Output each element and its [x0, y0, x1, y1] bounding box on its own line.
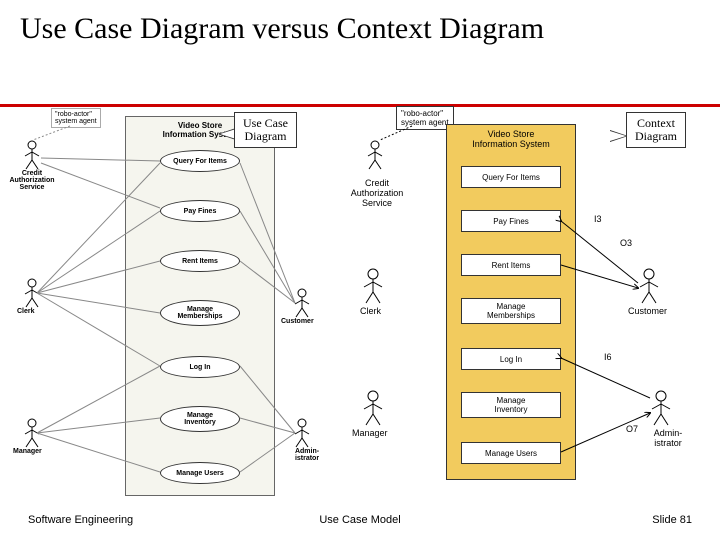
uc-payfines-right: Pay Fines — [461, 210, 561, 232]
uc-memberships-right: ManageMemberships — [461, 298, 561, 324]
actor-credit-right: CreditAuthorizationService — [342, 178, 412, 208]
stick-figure-icon — [362, 390, 384, 426]
io-i3: I3 — [594, 214, 602, 224]
content-area: Use CaseDiagram ContextDiagram "robo-act… — [0, 108, 720, 510]
system-title-right: Video StoreInformation System — [447, 125, 575, 153]
uc-users-left: Manage Users — [160, 462, 240, 484]
stick-figure-icon — [362, 268, 384, 304]
actor-customer-left: Customer — [281, 318, 314, 325]
stick-figure-icon — [293, 418, 311, 448]
footer-center: Use Case Model — [319, 514, 400, 526]
actor-clerk-right: Clerk — [360, 306, 381, 316]
stick-figure-icon — [638, 268, 660, 304]
callout-usecase: Use CaseDiagram — [234, 112, 297, 148]
stick-figure-icon — [23, 278, 41, 308]
actor-customer-right: Customer — [628, 306, 667, 316]
uc-login-left: Log In — [160, 356, 240, 378]
context-diagram: "robo-actor"system agent Video StoreInfo… — [330, 98, 710, 498]
stick-figure-icon — [23, 418, 41, 448]
stick-figure-icon — [650, 390, 672, 426]
actor-clerk-left: Clerk — [17, 308, 35, 315]
uc-login-right: Log In — [461, 348, 561, 370]
uc-rent-left: Rent Items — [160, 250, 240, 272]
uc-rent-right: Rent Items — [461, 254, 561, 276]
io-i6: I6 — [604, 352, 612, 362]
uc-query-right: Query For Items — [461, 166, 561, 188]
uc-payfines-left: Pay Fines — [160, 200, 240, 222]
footer-left: Software Engineering — [28, 514, 133, 526]
actor-manager-right: Manager — [352, 428, 388, 438]
stick-figure-icon — [293, 288, 311, 318]
stick-figure-icon — [23, 140, 41, 170]
actor-credit-left: CreditAuthorizationService — [7, 170, 57, 191]
io-o7: O7 — [626, 424, 638, 434]
uc-memberships-left: ManageMemberships — [160, 300, 240, 326]
note-robo-actor-left: "robo-actor"system agent — [51, 108, 101, 128]
actor-manager-left: Manager — [13, 448, 42, 455]
actor-admin-right: Admin-istrator — [646, 428, 690, 448]
use-case-diagram: "robo-actor"system agent Video StoreInfo… — [15, 108, 325, 508]
callout-context: ContextDiagram — [626, 112, 686, 148]
uc-inventory-right: ManageInventory — [461, 392, 561, 418]
stick-figure-icon — [366, 140, 384, 170]
uc-users-right: Manage Users — [461, 442, 561, 464]
footer: Software Engineering Use Case Model Slid… — [0, 514, 720, 534]
uc-inventory-left: ManageInventory — [160, 406, 240, 432]
io-o3: O3 — [620, 238, 632, 248]
actor-admin-left: Admin-istrator — [287, 448, 327, 462]
uc-query-left: Query For Items — [160, 150, 240, 172]
footer-right: Slide 81 — [652, 514, 692, 526]
page-title: Use Case Diagram versus Context Diagram — [0, 0, 720, 53]
note-robo-actor-right: "robo-actor"system agent — [396, 106, 454, 130]
slide: Use Case Diagram versus Context Diagram … — [0, 0, 720, 540]
